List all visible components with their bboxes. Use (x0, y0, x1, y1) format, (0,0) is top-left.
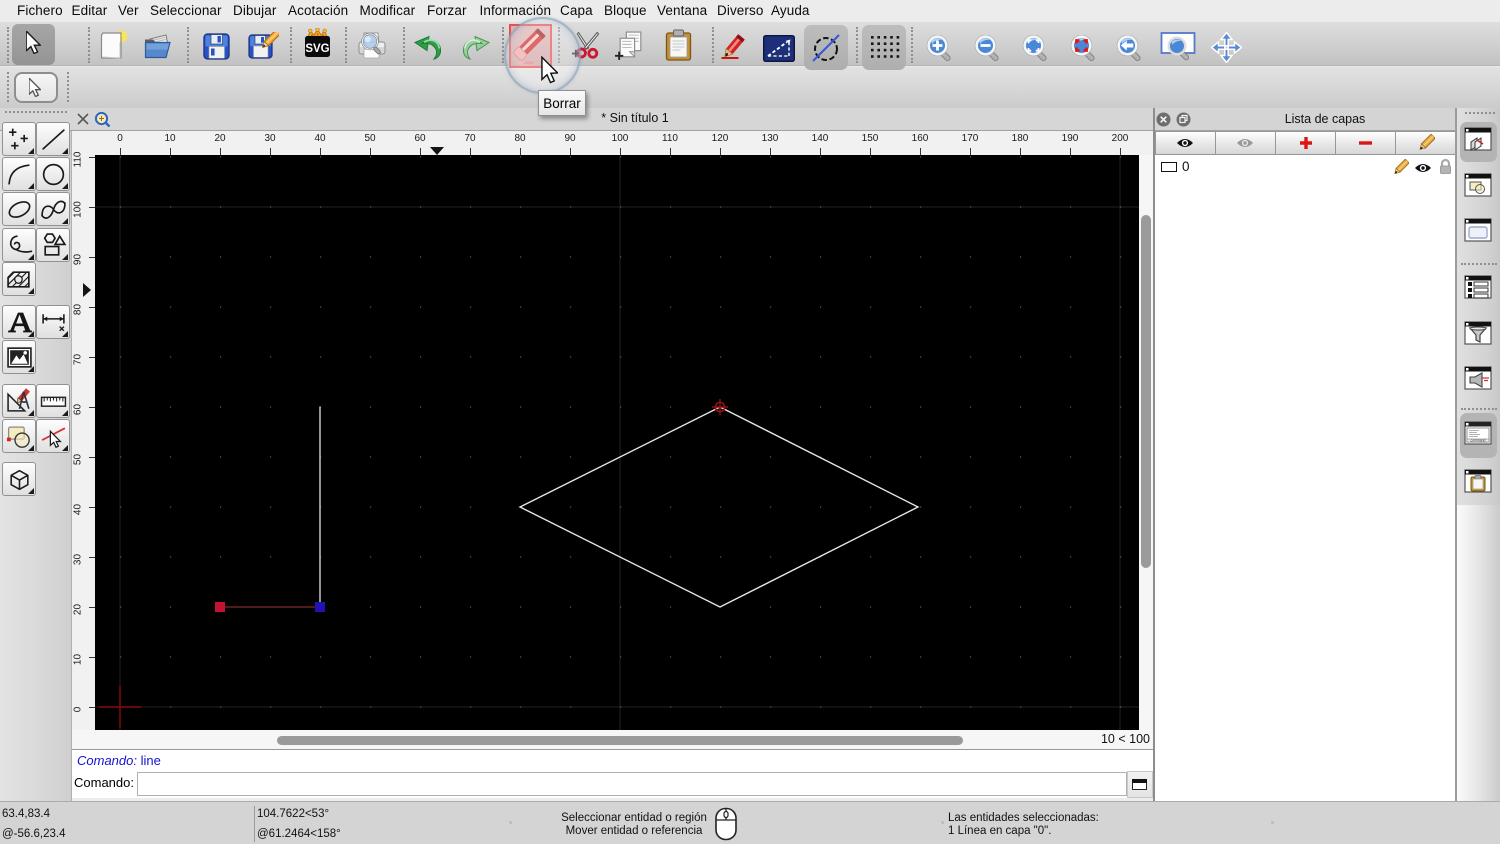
svg-text:SVG: SVG (305, 43, 329, 55)
svg-text:command: command (1471, 439, 1486, 443)
